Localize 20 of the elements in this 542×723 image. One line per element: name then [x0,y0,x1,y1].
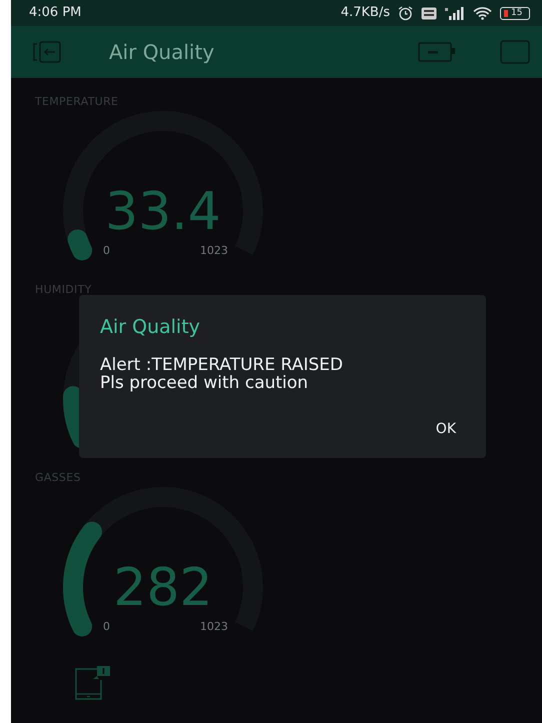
wifi-icon [473,6,492,20]
status-time: 4:06 PM [29,4,82,22]
network-speed: 4.7KB/s [340,4,390,22]
square-icon[interactable] [500,40,530,64]
dialog-message: Alert :TEMPERATURE RAISED Pls proceed with caution [100,356,344,393]
exit-icon[interactable] [33,41,63,63]
gauge-min: 0 [103,244,110,256]
gauge-value: 282 [113,558,213,618]
gauge-fill [68,228,92,260]
dialog-title: Air Quality [100,315,202,340]
ok-button[interactable]: OK [428,413,464,446]
alarm-icon [398,6,413,20]
battery-indicator: 15 [500,6,530,20]
device-icon[interactable] [418,42,456,62]
signal-icon [445,6,465,20]
app-title: Air Quality [109,39,214,66]
gauge-value: 33.4 [105,182,221,242]
gauge-max: 1023 [200,620,228,632]
gauge-max: 1023 [200,244,228,256]
gauge-min: 0 [103,620,110,632]
